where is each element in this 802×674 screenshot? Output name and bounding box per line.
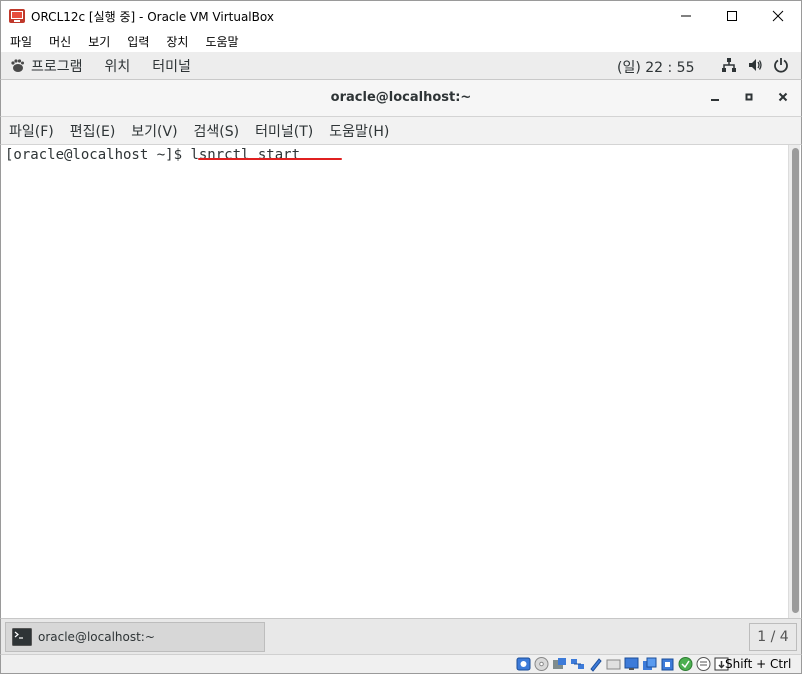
minimize-icon (711, 99, 719, 101)
terminal-app-menu[interactable]: 터미널 (152, 56, 191, 76)
keyboard-capture-icon[interactable] (696, 656, 711, 672)
terminal-menu-terminal[interactable]: 터미널(T) (255, 121, 313, 141)
display-icon[interactable] (624, 656, 639, 672)
clock[interactable]: (일) 22 : 55 (617, 57, 695, 77)
host-window-title: ORCL12c [실행 중] - Oracle VM VirtualBox (31, 9, 274, 24)
audio-icon[interactable] (552, 656, 567, 672)
terminal-output-area[interactable]: [oracle@localhost ~]$ lsnrctl start (0, 145, 802, 618)
mouse-integration-icon[interactable] (678, 656, 693, 672)
vbox-menu-file[interactable]: 파일 (10, 33, 32, 50)
shared-folders-icon[interactable] (606, 656, 621, 672)
red-underline-annotation (198, 158, 342, 160)
taskbar-item-label: oracle@localhost:~ (38, 630, 155, 644)
terminal-minimize-button[interactable] (707, 89, 723, 105)
virtualbox-icon (9, 9, 25, 23)
terminal-icon (12, 628, 32, 646)
terminal-command-line: [oracle@localhost ~]$ lsnrctl start (5, 147, 300, 163)
gnome-foot-icon (11, 58, 24, 72)
applications-label: 프로그램 (31, 58, 83, 75)
terminal-menu-file[interactable]: 파일(F) (9, 121, 54, 141)
maximize-icon (727, 11, 737, 21)
terminal-menu-bar: 파일(F) 편집(E) 보기(V) 검색(S) 터미널(T) 도움말(H) (0, 117, 802, 145)
volume-icon[interactable] (747, 57, 763, 73)
terminal-scrollbar[interactable] (788, 145, 800, 618)
minimize-button[interactable] (663, 1, 709, 31)
maximize-button[interactable] (709, 1, 755, 31)
terminal-header-bar: oracle@localhost:~ (0, 80, 802, 117)
scrollbar-thumb[interactable] (792, 148, 799, 613)
hard-disk-icon[interactable] (516, 656, 531, 672)
video-capture-icon[interactable] (642, 656, 657, 672)
terminal-prompt: [oracle@localhost ~]$ (5, 147, 191, 163)
network-icon[interactable] (721, 57, 737, 73)
network-adapter-icon[interactable] (570, 656, 585, 672)
terminal-close-button[interactable] (775, 89, 791, 105)
terminal-menu-edit[interactable]: 편집(E) (70, 121, 116, 141)
host-title-bar: ORCL12c [실행 중] - Oracle VM VirtualBox (0, 0, 802, 31)
minimize-icon (681, 15, 691, 17)
terminal-command: lsnrctl start (190, 147, 301, 163)
taskbar-item-terminal[interactable]: oracle@localhost:~ (5, 622, 265, 652)
power-icon[interactable] (773, 57, 789, 73)
places-menu[interactable]: 위치 (105, 56, 131, 76)
close-icon (772, 10, 784, 22)
gnome-top-bar: 프로그램 위치 터미널 (일) 22 : 55 (0, 52, 802, 80)
usb-icon[interactable] (588, 656, 603, 672)
workspace-indicator[interactable]: 1 / 4 (749, 623, 797, 651)
vbox-menu-bar: 파일 머신 보기 입력 장치 도움말 (0, 31, 802, 52)
terminal-menu-view[interactable]: 보기(V) (131, 121, 177, 141)
cpu-icon[interactable] (660, 656, 675, 672)
vbox-menu-input[interactable]: 입력 (127, 33, 149, 50)
close-icon (778, 92, 788, 102)
terminal-title: oracle@localhost:~ (330, 90, 472, 105)
maximize-icon (745, 93, 753, 101)
vbox-menu-view[interactable]: 보기 (88, 33, 110, 50)
host-key-label: Shift + Ctrl (725, 657, 792, 671)
vbox-status-bar: Shift + Ctrl (0, 654, 802, 674)
gnome-window-list: oracle@localhost:~ 1 / 4 (0, 618, 802, 654)
terminal-maximize-button[interactable] (741, 89, 757, 105)
vbox-menu-machine[interactable]: 머신 (49, 33, 71, 50)
applications-menu[interactable]: 프로그램 (9, 56, 83, 76)
vbox-menu-help[interactable]: 도움말 (205, 33, 238, 50)
terminal-menu-help[interactable]: 도움말(H) (329, 121, 389, 141)
close-button[interactable] (755, 1, 801, 31)
vbox-menu-devices[interactable]: 장치 (166, 33, 188, 50)
optical-drive-icon[interactable] (534, 656, 549, 672)
terminal-menu-search[interactable]: 검색(S) (194, 121, 240, 141)
